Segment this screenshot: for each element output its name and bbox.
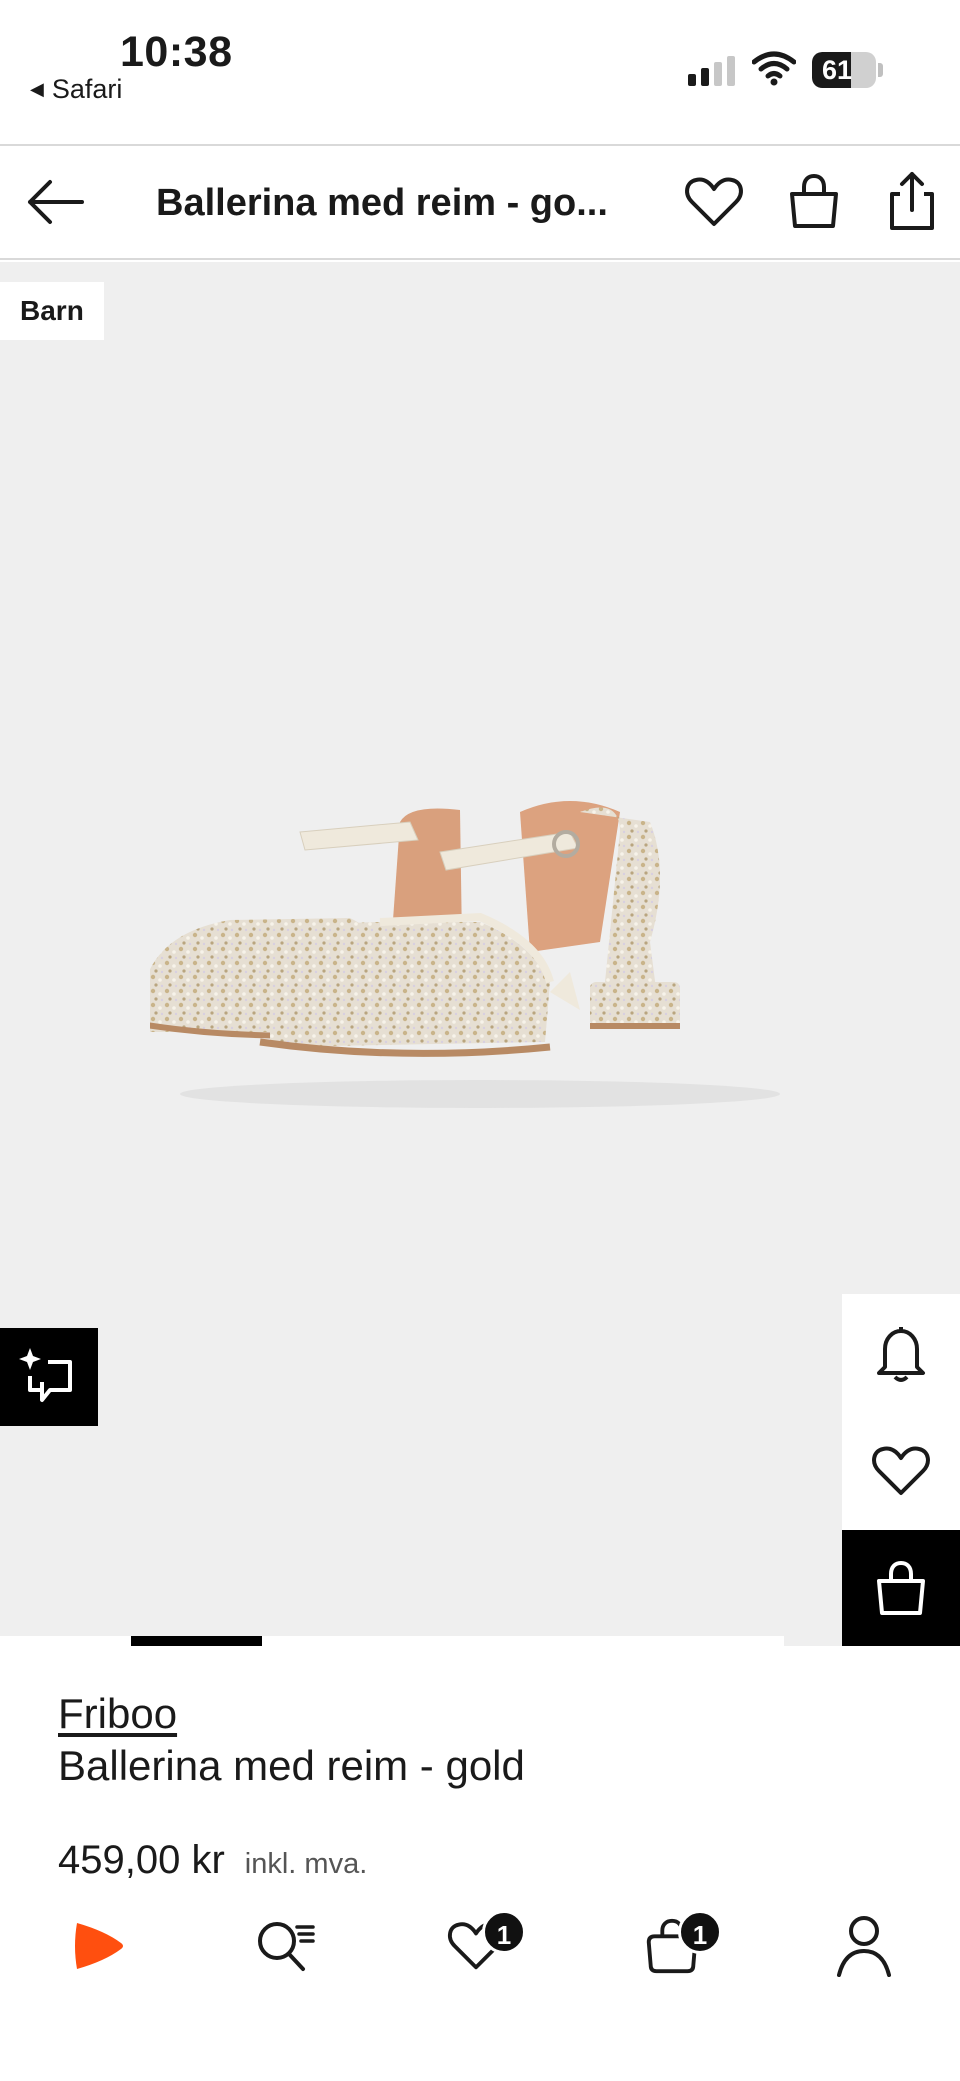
cellular-signal-icon: [688, 56, 735, 86]
product-name: Ballerina med reim - gold: [58, 1742, 525, 1789]
product-image: [150, 801, 780, 1108]
category-tag: Barn: [0, 282, 104, 340]
share-icon[interactable]: [880, 170, 944, 234]
nav-search[interactable]: [246, 1906, 326, 1986]
ai-fit-button[interactable]: [0, 1328, 98, 1426]
product-image-gallery[interactable]: Barn: [0, 262, 960, 1646]
back-app-label: Safari: [51, 74, 123, 104]
back-triangle-icon: ◀: [30, 79, 44, 99]
nav-wishlist[interactable]: 1: [436, 1906, 526, 1986]
nav-bag[interactable]: 1: [632, 1906, 722, 1986]
wishlist-count-badge: 1: [482, 1910, 526, 1954]
shopping-bag-icon[interactable]: [782, 170, 846, 234]
shopping-bag-icon: [877, 1560, 925, 1615]
gallery-progress-track: [0, 1636, 784, 1648]
price-row: 459,00 kr inkl. mva.: [58, 1838, 367, 1883]
wishlist-button[interactable]: [842, 1412, 960, 1530]
nav-home[interactable]: [56, 1906, 136, 1986]
bell-icon: [877, 1327, 925, 1382]
product-header: Ballerina med reim - go...: [0, 146, 960, 260]
bottom-navigation: 1 1: [0, 1890, 960, 2000]
bag-count-badge: 1: [678, 1910, 722, 1954]
wifi-icon: [752, 51, 796, 86]
status-time: 10:38: [120, 28, 233, 76]
brand-link[interactable]: Friboo: [58, 1690, 177, 1738]
zalando-play-icon: [75, 1923, 123, 1969]
search-icon: [258, 1922, 315, 1971]
battery-percent: 61: [821, 55, 853, 85]
notify-button[interactable]: [842, 1294, 960, 1412]
add-to-bag-button[interactable]: [842, 1530, 960, 1646]
product-price: 459,00 kr: [58, 1838, 225, 1882]
heart-icon: [872, 1446, 930, 1495]
heart-icon[interactable]: [682, 170, 746, 234]
nav-account[interactable]: [824, 1906, 904, 1986]
floating-actions: [842, 1294, 960, 1646]
gallery-progress-indicator: [131, 1636, 262, 1646]
status-bar: 10:38 ◀ Safari 61: [0, 0, 960, 144]
battery-icon: 61: [812, 52, 876, 88]
person-icon: [837, 1916, 891, 1977]
back-arrow-icon[interactable]: [22, 174, 88, 230]
page-title: Ballerina med reim - go...: [156, 182, 608, 224]
sparkle-icon: [19, 1348, 72, 1402]
vat-note: inkl. mva.: [244, 1848, 368, 1880]
back-to-safari[interactable]: ◀ Safari: [30, 74, 122, 105]
battery-tip: [878, 63, 883, 77]
